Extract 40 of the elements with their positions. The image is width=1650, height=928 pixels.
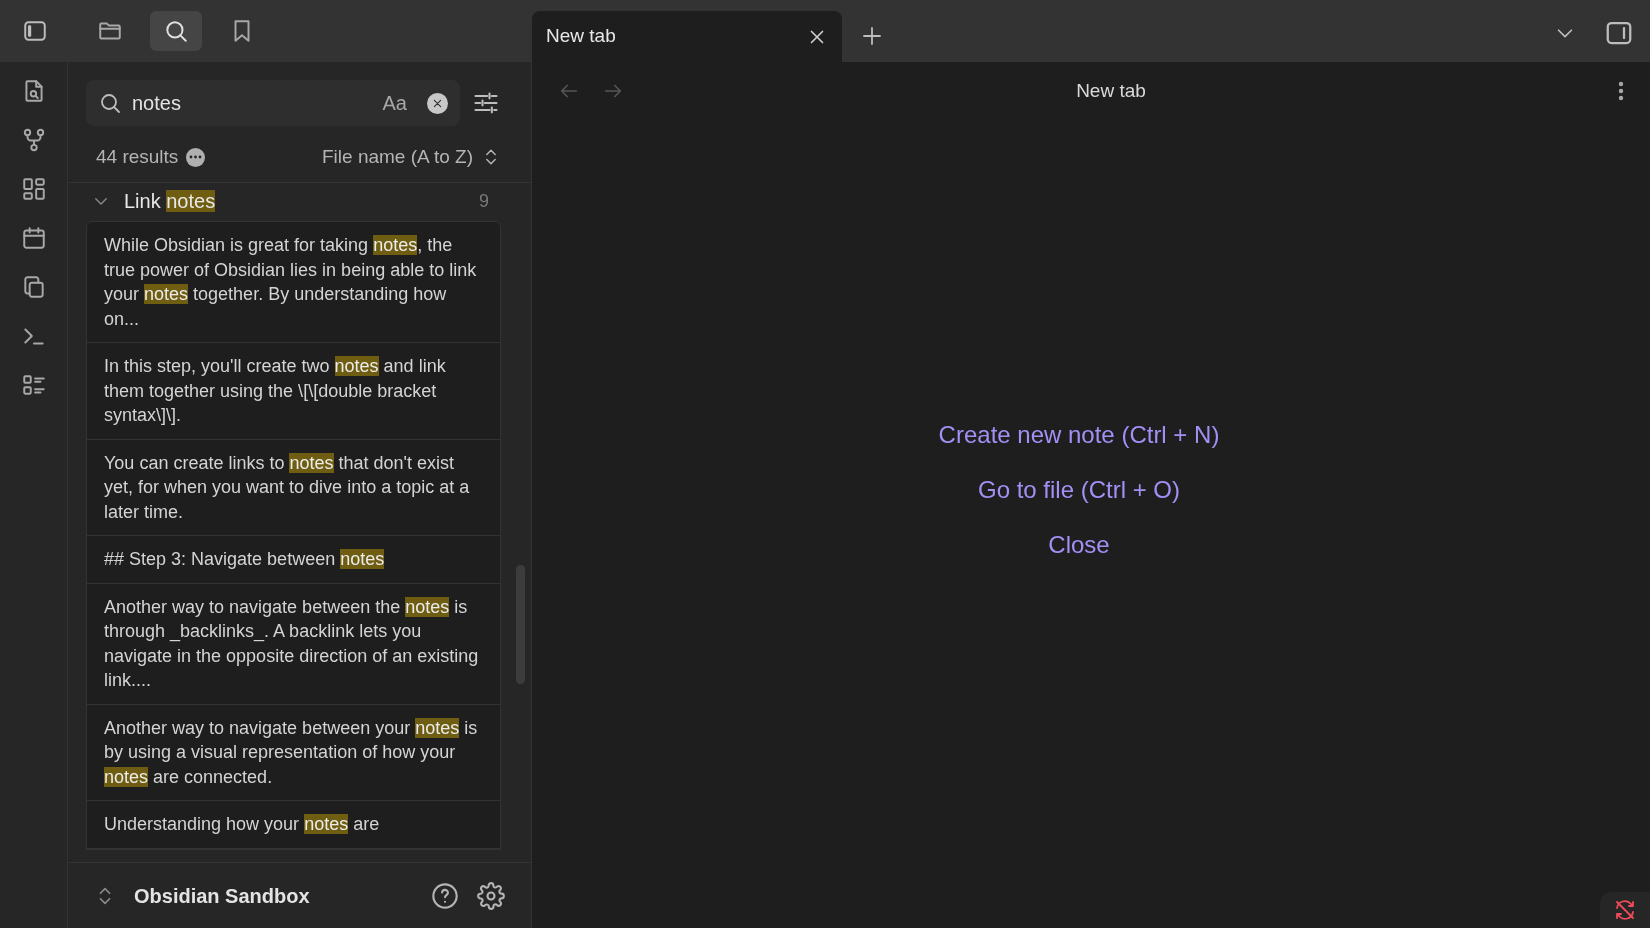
more-vertical-icon [1618, 81, 1624, 101]
tab[interactable]: New tab [532, 11, 842, 62]
result-count: 44 results [96, 144, 179, 169]
calendar-icon [20, 224, 47, 251]
match-case-button[interactable]: Aa [382, 88, 407, 118]
view-title: New tab [1076, 78, 1146, 103]
sidebar-toggle-icon [22, 18, 48, 44]
help-button[interactable] [431, 881, 459, 910]
help-icon [431, 881, 459, 910]
search-match[interactable]: Another way to navigate between your notes is by using a visual representation of how your notes are connected. [87, 704, 500, 801]
more-options-button[interactable] [1618, 81, 1624, 101]
plus-icon [860, 24, 884, 48]
search-icon [98, 91, 122, 115]
settings-button[interactable] [477, 881, 505, 910]
new-tab-button[interactable] [860, 24, 884, 48]
sync-status-button[interactable] [1600, 892, 1650, 928]
search-match[interactable]: Understanding how your notes are [87, 801, 500, 849]
search-match[interactable]: In this step, you'll create two notes and link them together using the \[\[double bracket syntax\]\]. [87, 343, 500, 440]
search-icon [163, 18, 189, 44]
action-link[interactable]: Go to file (Ctrl + O) [977, 471, 1180, 507]
action-link[interactable]: Create new note (Ctrl + N) [938, 416, 1220, 452]
search-match[interactable]: ## Step 3: Navigate between notes [87, 536, 500, 584]
clear-search-button[interactable] [427, 92, 448, 114]
settings-icon [477, 881, 505, 910]
result-group-header[interactable]: Link notes 9 [86, 183, 501, 219]
search-match[interactable]: While Obsidian is great for taking notes, the true power of Obsidian lies in being able to link your notes together. By understanding how on... [87, 222, 500, 343]
tab-title: New tab [546, 24, 616, 49]
sync-off-icon [1613, 898, 1637, 922]
vault-name[interactable]: Obsidian Sandbox [134, 880, 310, 911]
more-options-button[interactable] [186, 147, 206, 167]
action-link[interactable]: Close [1048, 526, 1110, 562]
search-match[interactable]: Another way to navigate between the notes is through _backlinks_. A backlink lets you navigate in the opposite direction of an existing link.... [87, 583, 500, 705]
grid-icon [20, 175, 47, 202]
search-field[interactable]: notes Aa [86, 80, 460, 126]
sidebar-tab[interactable] [150, 11, 202, 51]
ellipsis-icon [189, 155, 203, 159]
sort-order[interactable]: File name (A to Z) [322, 142, 473, 172]
match-count: 9 [479, 189, 489, 213]
search-match[interactable]: You can create links to notes that don't exist yet, for when you want to dive into a topic at a later time. [87, 439, 500, 536]
file-name: Link notes [124, 189, 216, 214]
